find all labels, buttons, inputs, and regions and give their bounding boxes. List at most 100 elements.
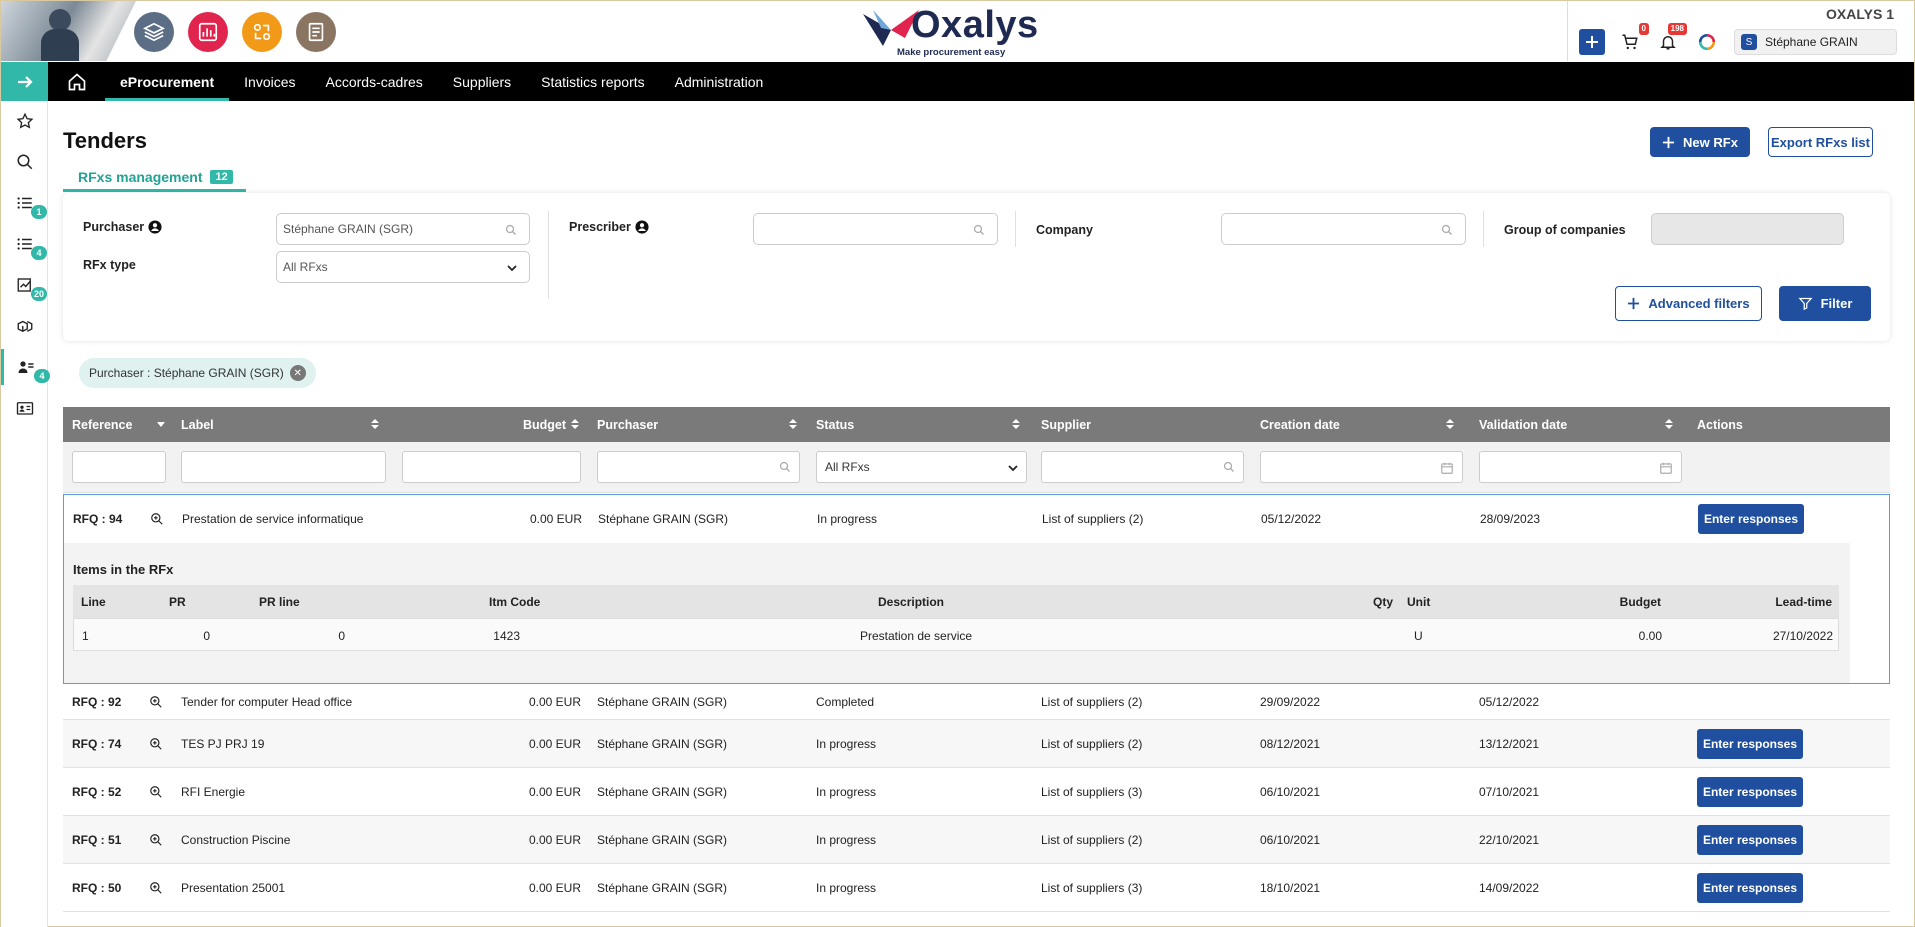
creation-date-filter-input[interactable] xyxy=(1260,451,1463,483)
supplier-cell[interactable]: List of suppliers (2) xyxy=(1041,720,1142,768)
item-unit: U xyxy=(1414,628,1423,643)
sidebar-item-favorites[interactable] xyxy=(1,103,48,139)
item-pr: 0 xyxy=(203,628,210,643)
table-row[interactable]: RFQ : 51 Construction Piscine 0.00 EUR Stép… xyxy=(63,816,1890,864)
purchaser-filter-input[interactable] xyxy=(597,451,800,483)
supplier-filter-input[interactable] xyxy=(1041,451,1244,483)
prescriber-input[interactable] xyxy=(753,213,998,245)
export-rfxs-button[interactable]: Export RFxs list xyxy=(1768,127,1873,157)
reference-filter-input[interactable] xyxy=(72,451,166,483)
zoom-button[interactable] xyxy=(149,768,163,816)
filter-button[interactable]: Filter xyxy=(1779,286,1871,321)
home-button[interactable] xyxy=(48,62,105,101)
zoom-button[interactable] xyxy=(150,495,164,543)
zoom-button[interactable] xyxy=(149,684,163,720)
page-title: Tenders xyxy=(63,128,147,153)
col-label-header[interactable]: Label xyxy=(181,407,386,442)
sidebar-item-list-1[interactable]: 1 xyxy=(1,185,48,221)
validation-date-cell: 14/09/2022 xyxy=(1479,881,1540,895)
nav-statistics-reports[interactable]: Statistics reports xyxy=(526,62,659,101)
nav-administration[interactable]: Administration xyxy=(660,62,779,101)
col-validation-date[interactable]: Validation date xyxy=(1479,407,1680,442)
enter-responses-button[interactable]: Enter responses xyxy=(1697,825,1803,855)
supplier-cell[interactable]: List of suppliers (2) xyxy=(1042,495,1143,543)
sidebar-item-contacts[interactable] xyxy=(1,390,48,426)
company-label: Company xyxy=(1036,223,1093,237)
col-reference[interactable]: Reference xyxy=(72,407,172,442)
sidebar-item-tenders[interactable]: 4 xyxy=(1,349,50,385)
status-filter-value: All RFxs xyxy=(825,460,870,474)
label-filter-input[interactable] xyxy=(181,451,386,483)
rfx-type-select[interactable]: All RFxs xyxy=(276,251,530,283)
apps-ring-button[interactable] xyxy=(1694,29,1720,55)
module-exchange-button[interactable] xyxy=(242,12,282,52)
status-cell: In progress xyxy=(816,833,877,847)
zoom-button[interactable] xyxy=(149,816,163,864)
enter-responses-button[interactable]: Enter responses xyxy=(1697,873,1803,903)
sidebar-item-list-2[interactable]: 4 xyxy=(1,226,48,262)
creation-date-cell: 18/10/2021 xyxy=(1260,881,1321,895)
col-supplier: Supplier xyxy=(1041,407,1241,442)
company-name: OXALYS 1 xyxy=(1826,6,1894,22)
expanded-rfx-row: RFQ : 94 Prestation de service informati… xyxy=(63,494,1890,684)
enter-responses-button[interactable]: Enter responses xyxy=(1698,504,1804,534)
layers-icon xyxy=(143,22,165,42)
notifications-button[interactable]: 198 xyxy=(1655,23,1687,55)
status-filter-select[interactable]: All RFxs xyxy=(816,451,1027,483)
table-row[interactable]: RFQ : 50 Presentation 25001 0.00 EUR Stépha… xyxy=(63,864,1890,912)
user-circle-icon xyxy=(635,220,649,234)
notifications-count-badge: 198 xyxy=(1667,23,1687,35)
group-of-companies-input xyxy=(1651,213,1844,245)
nav-invoices[interactable]: Invoices xyxy=(229,62,310,101)
col-creation-date[interactable]: Creation date xyxy=(1260,407,1461,442)
nav-accords-cadres[interactable]: Accords-cadres xyxy=(311,62,438,101)
sort-desc-icon xyxy=(157,422,165,427)
module-stats-button[interactable] xyxy=(188,12,228,52)
sidebar-item-invoices[interactable]: 20 xyxy=(1,267,48,303)
active-filter-chip: Purchaser : Stéphane GRAIN (SGR) ✕ xyxy=(79,358,316,388)
user-menu-button[interactable]: S Stéphane GRAIN xyxy=(1734,29,1897,55)
col-purchaser[interactable]: Purchaser xyxy=(597,407,804,442)
sidebar-item-search[interactable] xyxy=(1,144,48,180)
rfx-items-panel: Items in the RFx Line PR PR line Itm Cod… xyxy=(64,543,1850,683)
purchaser-cell: Stéphane GRAIN (SGR) xyxy=(597,695,728,709)
table-row[interactable]: RFQ : 74 TES PJ PRJ 19 0.00 EUR Stéphane GR… xyxy=(63,720,1890,768)
enter-responses-button[interactable]: Enter responses xyxy=(1697,729,1803,759)
validation-date-filter-input[interactable] xyxy=(1479,451,1682,483)
zoom-button[interactable] xyxy=(149,864,163,912)
nav-suppliers[interactable]: Suppliers xyxy=(438,62,526,101)
table-row[interactable]: RFQ : 92 Tender for computer Head office 0… xyxy=(63,684,1890,720)
sidebar-badge: 4 xyxy=(31,246,47,260)
sort-icon xyxy=(789,419,797,429)
module-layers-button[interactable] xyxy=(134,12,174,52)
col-budget[interactable]: Budget xyxy=(402,407,586,442)
quick-add-button[interactable] xyxy=(1579,29,1605,55)
toggle-sidebar-button[interactable] xyxy=(1,62,48,101)
nav-eprocurement[interactable]: eProcurement xyxy=(105,62,230,101)
company-input[interactable] xyxy=(1221,213,1466,245)
table-row[interactable]: RFQ : 52 RFI Energie 0.00 EUR Stéphane GRAI… xyxy=(63,768,1890,816)
zoom-button[interactable] xyxy=(149,720,163,768)
supplier-cell[interactable]: List of suppliers (2) xyxy=(1041,684,1142,720)
col-label: Validation date xyxy=(1479,417,1568,432)
supplier-cell[interactable]: List of suppliers (2) xyxy=(1041,816,1142,864)
module-documents-button[interactable] xyxy=(296,12,336,52)
supplier-cell[interactable]: List of suppliers (3) xyxy=(1041,864,1142,912)
purchaser-input[interactable]: Stéphane GRAIN (SGR) xyxy=(276,213,530,245)
sidebar-item-products[interactable] xyxy=(1,308,48,344)
purchaser-cell: Stéphane GRAIN (SGR) xyxy=(597,785,728,799)
advanced-filters-button[interactable]: Advanced filters xyxy=(1615,286,1762,321)
enter-responses-button[interactable]: Enter responses xyxy=(1697,777,1803,807)
avatar: S xyxy=(1741,34,1757,50)
remove-filter-icon[interactable]: ✕ xyxy=(289,365,306,381)
tab-rfxs-management[interactable]: RFxs management 12 xyxy=(63,165,246,192)
new-rfx-button[interactable]: New RFx xyxy=(1650,127,1750,157)
status-cell: In progress xyxy=(816,881,877,895)
table-row[interactable]: RFQ : 94 Prestation de service informati… xyxy=(64,495,1889,543)
cart-button[interactable]: 0 xyxy=(1617,23,1649,55)
col-label: Actions xyxy=(1697,417,1743,432)
col-status[interactable]: Status xyxy=(816,407,1027,442)
label-cell: Construction Piscine xyxy=(181,833,291,847)
supplier-cell[interactable]: List of suppliers (3) xyxy=(1041,768,1142,816)
budget-filter-input[interactable] xyxy=(402,451,581,483)
